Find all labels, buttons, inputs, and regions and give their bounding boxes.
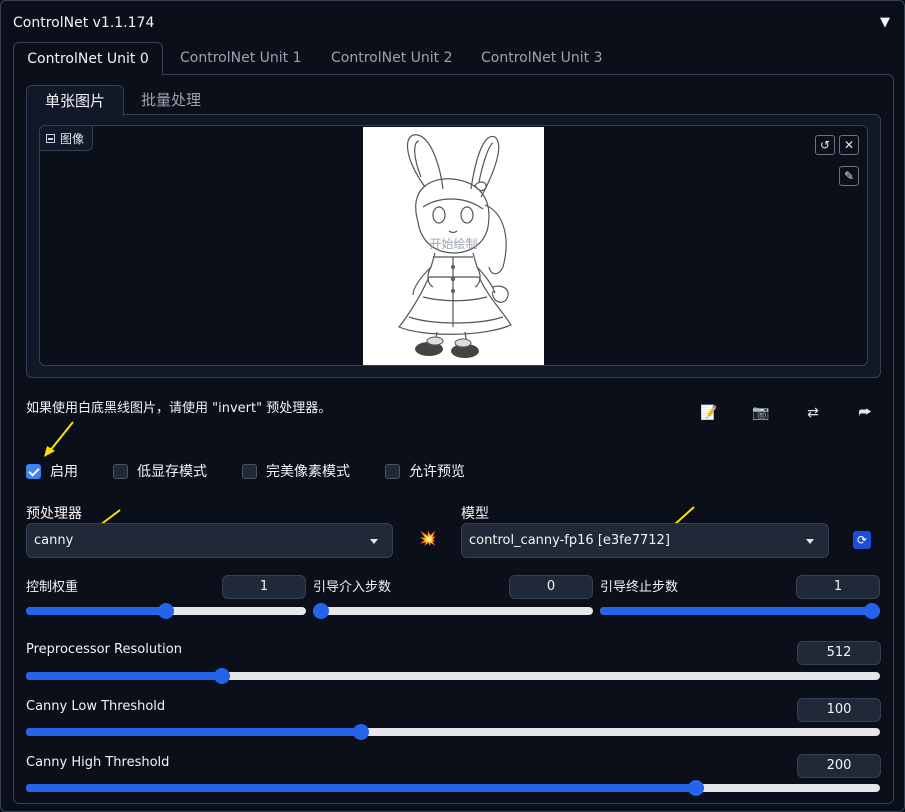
preprocessor-select[interactable]: canny [26,523,393,558]
checkbox-pixel-perfect-box[interactable] [242,463,257,479]
control-weight-thumb[interactable] [158,603,174,619]
preprocessor-resolution-label: Preprocessor Resolution [26,642,182,657]
send-dimensions-icon[interactable]: ⮫ [855,404,875,422]
uploaded-image[interactable]: 开始绘制 [363,127,544,365]
tab-batch[interactable]: 批量处理 [141,85,201,116]
collapse-triangle-icon[interactable]: ▼ [880,15,890,30]
model-select[interactable]: control_canny-fp16 [e3fe7712] [461,523,829,558]
model-label: 模型 [461,506,489,522]
run-preprocessor-icon[interactable]: 💥 [419,531,436,547]
camera-icon[interactable]: 📷 [751,404,771,422]
canny-low-input[interactable]: 100 [797,698,881,722]
guidance-end-label: 引导终止步数 [600,580,679,595]
panel-title: ControlNet v1.1.174 [13,15,155,31]
image-icon [46,133,55,143]
tab-unit-1[interactable]: ControlNet Unit 1 [180,42,302,75]
invert-hint: 如果使用白底黑线图片，请使用 "invert" 预处理器。 [26,401,332,416]
tab-single-image[interactable]: 单张图片 [26,85,124,116]
tab-unit-3[interactable]: ControlNet Unit 3 [481,42,603,75]
control-weight-fill [26,607,166,615]
checkbox-low-vram-box[interactable] [113,463,128,479]
preprocessor-resolution-input[interactable]: 512 [797,641,881,665]
guidance-end-fill [600,607,880,615]
preprocessor-label: 预处理器 [26,506,82,522]
canny-high-label: Canny High Threshold [26,755,170,770]
refresh-models-icon[interactable]: ⟳ [853,531,871,549]
chevron-down-icon [806,539,814,544]
canny-high-input[interactable]: 200 [797,754,881,778]
notepad-icon[interactable]: 📝 [699,404,719,422]
guidance-end-thumb[interactable] [864,603,880,619]
start-drawing-overlay: 开始绘制 [429,237,478,251]
canny-high-thumb[interactable] [687,780,704,796]
control-weight-input[interactable]: 1 [222,575,306,599]
checkbox-allow-preview[interactable]: 允许预览 [385,461,465,481]
guidance-end-slider[interactable] [600,603,880,619]
canny-high-fill [26,784,696,792]
canny-low-slider[interactable] [26,724,880,740]
control-weight-label: 控制权重 [26,580,79,595]
close-icon[interactable]: ✕ [839,135,859,155]
checkbox-enable-box[interactable] [26,463,41,479]
guidance-start-slider[interactable] [313,603,593,619]
checkbox-pixel-perfect[interactable]: 完美像素模式 [242,461,350,481]
image-label: 图像 [40,126,94,151]
guidance-start-input[interactable]: 0 [509,575,593,599]
image-input[interactable]: 图像 开始绘制 ↺ ✕ ✎ [39,125,868,366]
swap-icon[interactable]: ⇄ [803,404,823,422]
canny-low-label: Canny Low Threshold [26,699,166,714]
checkbox-enable[interactable]: 启用 [26,461,78,481]
reset-icon[interactable]: ↺ [815,135,835,155]
canny-low-thumb[interactable] [352,724,369,740]
checkbox-allow-preview-box[interactable] [385,463,400,479]
guidance-start-thumb[interactable] [313,603,329,619]
canny-low-fill [26,728,361,736]
guidance-start-label: 引导介入步数 [313,580,392,595]
annotation-arrow-enable [44,421,74,457]
checkbox-low-vram[interactable]: 低显存模式 [113,461,207,481]
chevron-down-icon [370,539,378,544]
controlnet-panel: ControlNet v1.1.174 ▼ ControlNet Unit 0 … [0,0,905,812]
control-weight-slider[interactable] [26,603,306,619]
preprocessor-resolution-fill [26,672,223,680]
guidance-end-input[interactable]: 1 [796,575,880,599]
brush-icon[interactable]: ✎ [839,166,859,186]
tab-unit-0[interactable]: ControlNet Unit 0 [13,42,163,75]
preprocessor-resolution-slider[interactable] [26,668,880,684]
tab-unit-2[interactable]: ControlNet Unit 2 [331,42,453,75]
canny-high-slider[interactable] [26,780,880,796]
